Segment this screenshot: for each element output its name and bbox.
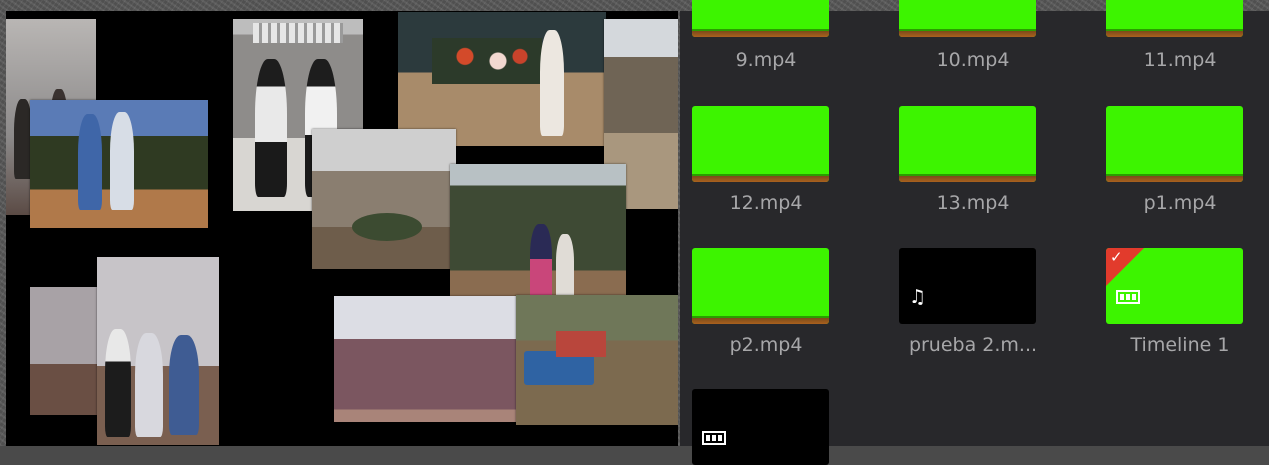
clip-thumbnail[interactable] (692, 0, 829, 37)
photo-truck-farm (516, 295, 678, 425)
media-pool-bin[interactable]: 9.mp4 10.mp4 11.mp4 12.mp4 13.mp4 p1.mp4… (680, 0, 1269, 465)
timeline-icon (1116, 290, 1140, 304)
clip-thumbnail[interactable]: ✓ (1106, 248, 1243, 324)
clip-label: 9.mp4 (735, 49, 797, 71)
music-note-icon: ♫ (909, 286, 927, 308)
photo-woman-with-flowers (398, 12, 606, 146)
photo-family-indoor (97, 257, 219, 445)
photo-faded-landscape (334, 296, 518, 422)
clip-thumbnail[interactable] (899, 0, 1036, 37)
clip-9[interactable]: 9.mp4 (680, 0, 852, 91)
clip-11[interactable]: 11.mp4 (1094, 0, 1266, 91)
clip-label: prueba 2.m... (908, 334, 1038, 356)
clip-p1[interactable]: p1.mp4 (1094, 106, 1266, 236)
clip-thumbnail[interactable] (692, 106, 829, 182)
timeline-icon (702, 431, 726, 445)
clip-label: 11.mp4 (1143, 49, 1217, 71)
clip-thumbnail[interactable] (692, 248, 829, 324)
clip-p2[interactable]: p2.mp4 (680, 248, 852, 378)
clip-12[interactable]: 12.mp4 (680, 106, 852, 236)
viewer-canvas[interactable] (6, 11, 678, 446)
clip-label: 10.mp4 (936, 49, 1010, 71)
photo-group-garden (312, 129, 456, 269)
clip-thumbnail[interactable]: ♫ (899, 248, 1036, 324)
clip-label: 13.mp4 (936, 192, 1010, 214)
clip-prueba-2-audio[interactable]: ♫ prueba 2.m... (887, 248, 1059, 378)
timeline-1[interactable]: ✓ Timeline 1 (1094, 248, 1266, 378)
checkmark-icon: ✓ (1110, 248, 1123, 266)
clip-label: Timeline 1 (1130, 334, 1230, 356)
clip-thumbnail[interactable] (692, 389, 829, 465)
photo-woman-trees (450, 164, 626, 306)
clip-label: p1.mp4 (1143, 192, 1217, 214)
clip-label: 12.mp4 (729, 192, 803, 214)
clip-thumbnail[interactable] (1106, 0, 1243, 37)
clip-thumbnail[interactable] (899, 106, 1036, 182)
clip-10[interactable]: 10.mp4 (887, 0, 1059, 91)
clip-thumbnail[interactable] (1106, 106, 1243, 182)
timeline-clip-black[interactable] (680, 389, 852, 465)
clip-label: p2.mp4 (729, 334, 803, 356)
clip-13[interactable]: 13.mp4 (887, 106, 1059, 236)
photo-two-women-outdoors (30, 100, 208, 228)
